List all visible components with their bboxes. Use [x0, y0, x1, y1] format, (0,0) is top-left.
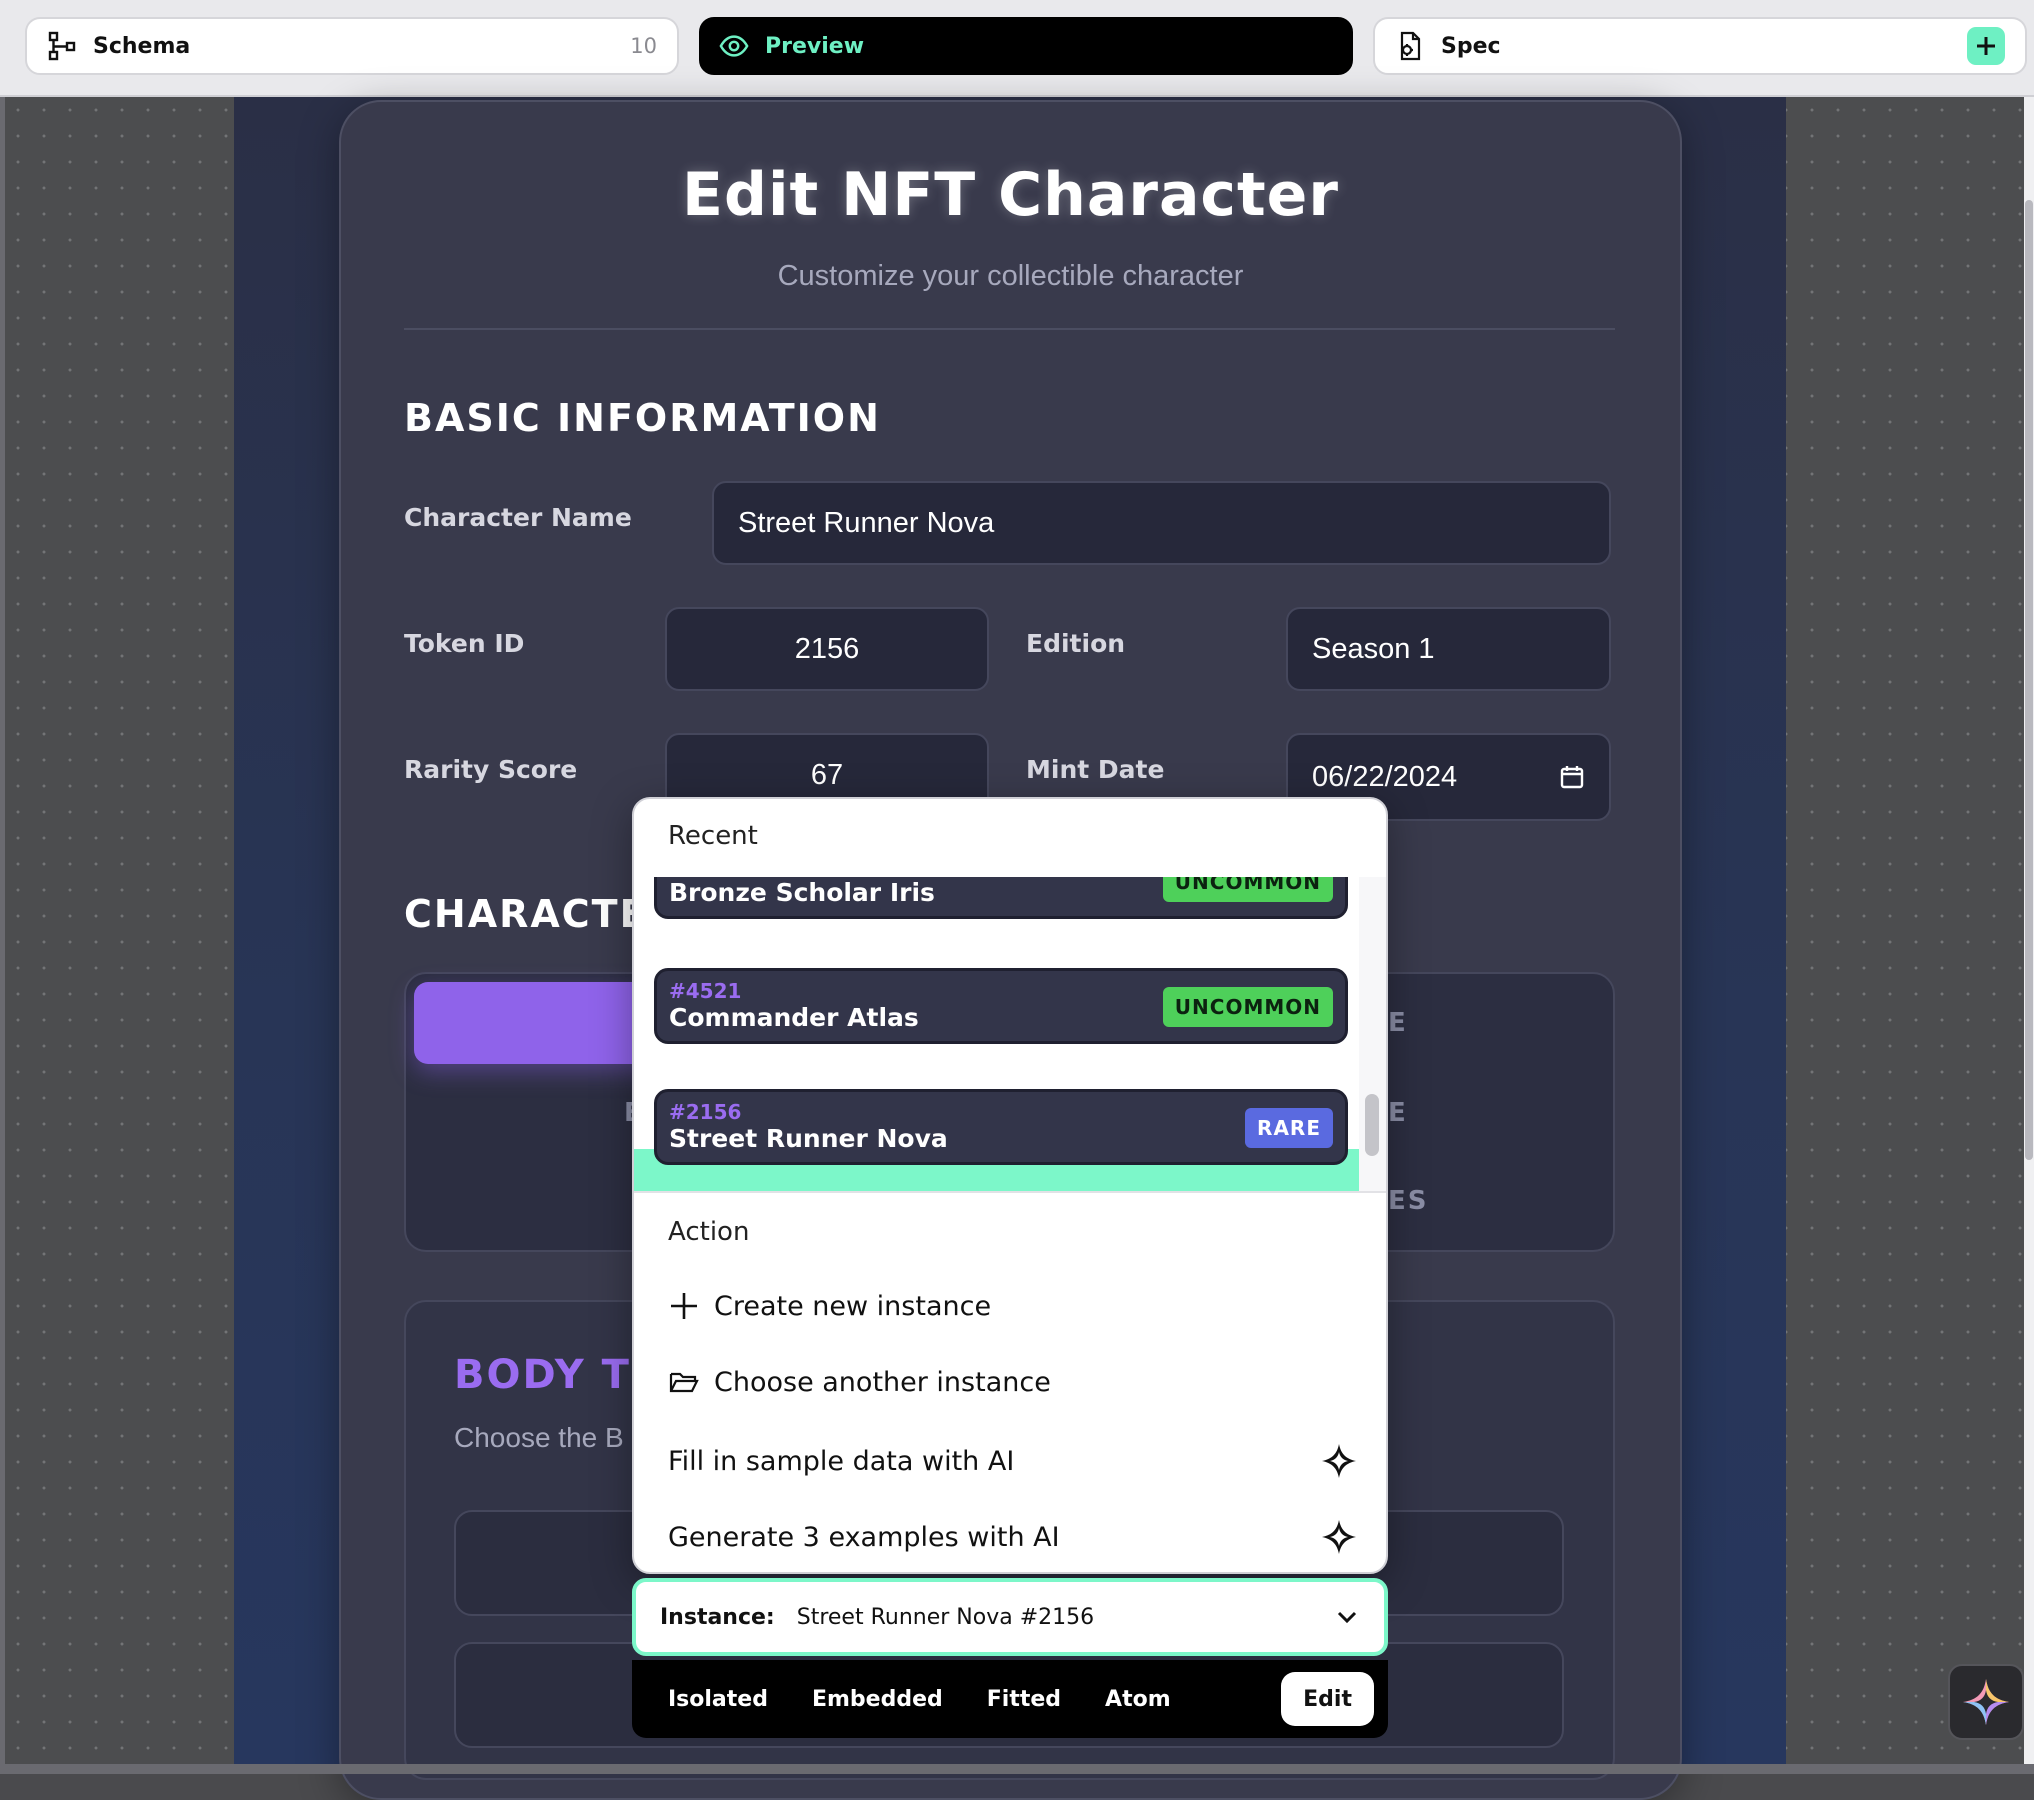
choose-instance-action[interactable]: Choose another instance [668, 1366, 1358, 1398]
mode-embedded[interactable]: Embedded [790, 1672, 965, 1726]
generate-ai-label: Generate 3 examples with AI [668, 1521, 1060, 1553]
token-id-input[interactable]: 2156 [665, 607, 989, 691]
page-scroll-thumb[interactable] [2025, 200, 2033, 1160]
mint-date-value: 06/22/2024 [1312, 760, 1458, 793]
chevron-down-icon [1334, 1604, 1360, 1630]
mode-atom[interactable]: Atom [1083, 1672, 1193, 1726]
recent-item-name: Street Runner Nova [669, 1124, 948, 1153]
edition-label: Edition [1026, 629, 1126, 658]
mode-switcher: Isolated Embedded Fitted Atom Edit [632, 1660, 1388, 1738]
eye-icon [719, 31, 749, 61]
tab-preview[interactable]: Preview [699, 17, 1353, 75]
mint-date-label: Mint Date [1026, 755, 1165, 784]
character-option-text: E [1388, 1098, 1408, 1128]
rarity-score-label: Rarity Score [404, 755, 578, 784]
recent-scroll-thumb[interactable] [1365, 1094, 1379, 1156]
edition-input[interactable]: Season 1 [1286, 607, 1611, 691]
token-id-label: Token ID [404, 629, 525, 658]
recent-item-selected[interactable]: #2156 Street Runner Nova RARE [654, 1089, 1348, 1165]
body-type-description: Choose the B [454, 1422, 624, 1453]
schema-count: 10 [630, 34, 657, 58]
folder-open-icon [668, 1366, 700, 1398]
fill-ai-action[interactable]: Fill in sample data with AI [668, 1442, 1358, 1480]
tab-schema-label: Schema [93, 33, 191, 59]
schema-tree-icon [47, 31, 77, 61]
recent-item[interactable]: #4521 Commander Atlas UNCOMMON [654, 968, 1348, 1044]
dropdown-divider [634, 1191, 1386, 1193]
page-title: Edit NFT Character [682, 160, 1339, 230]
create-instance-label: Create new instance [714, 1290, 992, 1322]
instance-label: Instance: [660, 1604, 775, 1630]
recent-item[interactable]: #4158 Bronze Scholar Iris UNCOMMON [654, 877, 1348, 919]
mode-isolated[interactable]: Isolated [646, 1672, 790, 1726]
rarity-badge: RARE [1245, 1108, 1333, 1148]
mode-edit[interactable]: Edit [1281, 1672, 1374, 1726]
tab-spec-label: Spec [1441, 33, 1501, 59]
page-subtitle: Customize your collectible character [777, 260, 1244, 292]
create-instance-action[interactable]: Create new instance [668, 1290, 1358, 1322]
fill-ai-label: Fill in sample data with AI [668, 1445, 1015, 1477]
recent-item-name: Bronze Scholar Iris [669, 878, 935, 907]
generate-ai-action[interactable]: Generate 3 examples with AI [668, 1518, 1358, 1556]
calendar-icon[interactable] [1559, 764, 1585, 790]
tab-preview-label: Preview [765, 33, 865, 59]
basic-info-heading: BASIC INFORMATION [404, 396, 881, 440]
left-edge [0, 97, 5, 1774]
bottom-edge [0, 1764, 2034, 1774]
rarity-badge: UNCOMMON [1162, 987, 1333, 1027]
recent-item-name: Commander Atlas [669, 1003, 919, 1032]
ai-sparkle-icon [1320, 1518, 1358, 1556]
ai-sparkle-icon [1960, 1676, 2012, 1728]
plus-icon [668, 1290, 700, 1322]
instance-value: Street Runner Nova #2156 [796, 1604, 1095, 1630]
recent-list: #4158 Bronze Scholar Iris UNCOMMON #4521… [634, 877, 1359, 1191]
spec-file-icon [1395, 31, 1425, 61]
ai-assistant-button[interactable] [1948, 1664, 2024, 1740]
add-spec-button[interactable] [1967, 27, 2005, 65]
tab-spec[interactable]: Spec [1373, 17, 2027, 75]
recent-item-id: #2156 [669, 1100, 742, 1124]
character-option-text: ES [1388, 1186, 1429, 1216]
rarity-badge: UNCOMMON [1162, 877, 1333, 902]
recent-heading: Recent [668, 821, 758, 851]
recent-item-id: #4521 [669, 979, 742, 1003]
ai-sparkle-icon [1320, 1442, 1358, 1480]
character-option-text: E [1388, 1008, 1408, 1038]
top-bar: Schema 10 Preview Spec [0, 0, 2034, 97]
instance-selector[interactable]: Instance: Street Runner Nova #2156 [632, 1578, 1388, 1656]
character-name-label: Character Name [404, 503, 632, 532]
action-heading: Action [668, 1217, 750, 1247]
choose-instance-label: Choose another instance [714, 1366, 1051, 1398]
divider [404, 328, 1615, 330]
body-type-heading: BODY T [454, 1352, 631, 1398]
character-section-heading: CHARACTE [404, 892, 648, 936]
instance-dropdown: Recent #4158 Bronze Scholar Iris UNCOMMO… [632, 797, 1388, 1574]
mode-fitted[interactable]: Fitted [965, 1672, 1083, 1726]
character-name-input[interactable]: Street Runner Nova [712, 481, 1611, 565]
tab-schema[interactable]: Schema 10 [25, 17, 679, 75]
